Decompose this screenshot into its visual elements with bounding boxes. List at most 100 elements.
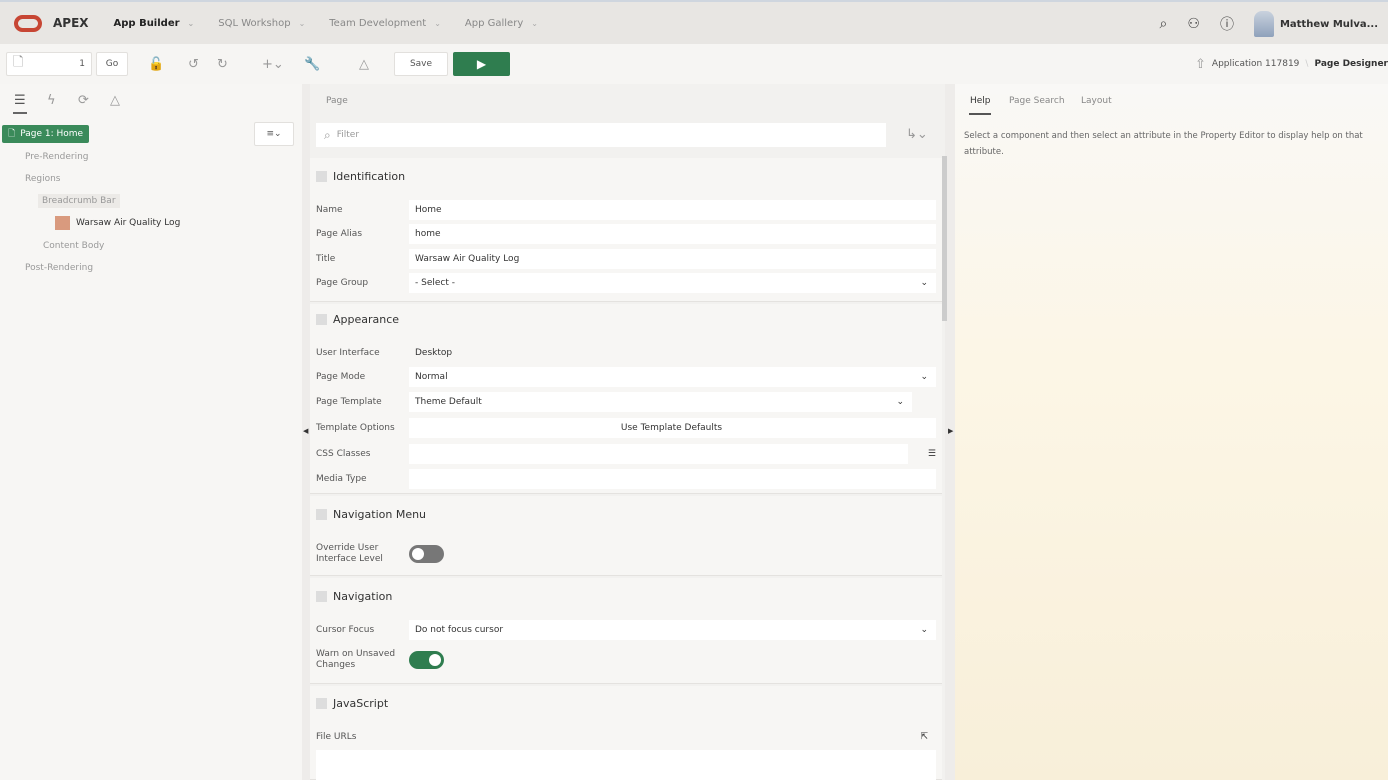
collapse-right-icon[interactable]: ▶ (948, 427, 953, 435)
section-header[interactable]: JavaScript (316, 697, 388, 710)
chevron-down-icon: ⌄ (896, 397, 904, 407)
page-mode-select[interactable]: Normal ⌄ (409, 367, 936, 387)
tree-menu-button[interactable]: ≡⌄ (254, 122, 294, 146)
breadcrumb-application[interactable]: Application 117819 (1212, 59, 1300, 69)
chevron-down-icon: ⌄ (920, 278, 928, 288)
user-name[interactable]: Matthew Mulva... (1280, 19, 1378, 30)
processing-icon[interactable]: ⟳ (78, 93, 89, 108)
tab-layout[interactable]: Layout (1081, 96, 1112, 106)
lock-icon[interactable]: 🔓 (148, 57, 164, 72)
page-icon: 🗋 (8, 129, 16, 139)
section-header[interactable]: Navigation (316, 590, 392, 603)
tab-page-search[interactable]: Page Search (1009, 96, 1065, 106)
section-title: Navigation Menu (333, 508, 427, 521)
label: CSS Classes (316, 448, 371, 459)
nav-label: Team Development (329, 17, 427, 29)
nav-sql-workshop[interactable]: SQL Workshop ⌄ (218, 18, 305, 29)
tab-help[interactable]: Help (970, 96, 991, 106)
nav-app-gallery[interactable]: App Gallery ⌄ (465, 18, 538, 29)
name-input[interactable]: Home (409, 200, 936, 220)
label: Page Group (316, 277, 369, 288)
prop-group: Page Group - Select - ⌄ (316, 273, 936, 293)
tree-root-page[interactable]: 🗋 Page 1: Home (2, 125, 90, 143)
warn-unsaved-toggle[interactable] (409, 651, 444, 669)
go-button[interactable]: Go (96, 52, 128, 76)
collapse-icon (316, 171, 327, 182)
breadcrumb-page: Page Designer (1314, 59, 1388, 69)
nav-label: App Gallery (464, 17, 524, 29)
label: Name (316, 204, 343, 215)
chevron-down-icon: ⌄ (434, 18, 441, 28)
page-selector[interactable]: 🗋 1 (6, 52, 92, 76)
brand[interactable]: APEX (53, 16, 89, 30)
expand-icon[interactable]: ⇱ (409, 727, 936, 747)
chevron-down-icon: ⌄ (920, 372, 928, 382)
tree-item[interactable]: Content Body (43, 241, 104, 251)
section-header[interactable]: Appearance (316, 313, 399, 326)
css-classes-input[interactable] (409, 444, 908, 464)
admin-icon[interactable]: ⚇ (1187, 16, 1200, 32)
tree-root-label: Page 1: Home (20, 129, 84, 139)
collapse-icon (316, 698, 327, 709)
prop-name: Name Home (316, 200, 936, 220)
nav-team-development[interactable]: Team Development ⌄ (329, 18, 441, 29)
section-title: JavaScript (333, 697, 389, 710)
panel-title: Page (326, 96, 348, 106)
up-arrow-icon[interactable]: ⇧ (1195, 57, 1206, 72)
section-navigation: Navigation Cursor Focus Do not focus curs… (310, 578, 942, 684)
oracle-logo-icon[interactable] (14, 14, 42, 32)
page-template-select[interactable]: Theme Default ⌄ (409, 392, 912, 412)
page-group-select[interactable]: - Select - ⌄ (409, 273, 936, 293)
dynamic-actions-icon[interactable]: ϟ (47, 93, 56, 108)
shared-components-icon[interactable]: △ (359, 57, 369, 72)
tree-item[interactable]: Breadcrumb Bar (38, 194, 120, 208)
label: User Interface (316, 347, 380, 358)
undo-icon[interactable]: ↺ (188, 57, 199, 72)
chevron-down-icon: ⌄ (298, 18, 306, 28)
search-icon[interactable]: ⌕ (1160, 16, 1168, 32)
rendering-tab-icon[interactable]: ☰ (14, 93, 26, 108)
cursor-focus-select[interactable]: Do not focus cursor ⌄ (409, 620, 936, 640)
shared-components-tab-icon[interactable]: △ (110, 93, 120, 108)
active-tab-indicator (13, 112, 27, 114)
title-input[interactable]: Warsaw Air Quality Log (409, 249, 936, 269)
chevron-down-icon: ⌄ (920, 625, 928, 635)
create-icon[interactable]: +⌄ (262, 57, 284, 72)
tree-item[interactable]: Regions (25, 174, 61, 184)
scrollbar[interactable] (942, 156, 947, 321)
avatar[interactable] (1253, 11, 1274, 37)
run-button[interactable]: ▶ (453, 52, 510, 76)
nav-label: SQL Workshop (218, 17, 291, 29)
alias-input[interactable]: home (409, 224, 936, 244)
label: Warn on Unsaved Changes (316, 649, 396, 670)
utilities-icon[interactable]: 🔧 (304, 57, 320, 72)
tree-item[interactable]: Warsaw Air Quality Log (76, 218, 180, 228)
tree-item[interactable]: Post-Rendering (25, 263, 93, 273)
override-toggle[interactable] (409, 545, 444, 563)
filter-placeholder: Filter (336, 130, 360, 140)
section-title: Identification (333, 170, 406, 183)
list-icon[interactable]: ☰ (928, 449, 936, 459)
save-button[interactable]: Save (394, 52, 448, 76)
prop-alias: Page Alias home (316, 224, 936, 244)
filter-input[interactable]: ⌕ Filter (316, 123, 886, 147)
template-options-button[interactable]: Use Template Defaults (409, 418, 936, 438)
section-title: Appearance (333, 313, 400, 326)
file-urls-input[interactable] (316, 750, 936, 780)
section-header[interactable]: Identification (316, 170, 405, 183)
breadcrumb-separator: \ (1305, 59, 1309, 69)
label: Media Type (316, 473, 367, 484)
media-type-input[interactable] (409, 469, 936, 489)
tree-item[interactable]: Pre-Rendering (25, 152, 89, 162)
nav-app-builder[interactable]: App Builder ⌄ (114, 18, 195, 29)
play-icon: ▶ (476, 57, 487, 71)
section-header[interactable]: Navigation Menu (316, 508, 426, 521)
help-icon[interactable]: ⓘ (1220, 14, 1234, 34)
redo-icon[interactable]: ↻ (217, 57, 228, 72)
section-appearance: Appearance User Interface Desktop Page Mo… (310, 304, 942, 494)
go-to-group-icon[interactable]: ↳⌄ (906, 127, 928, 142)
page-number-input[interactable]: 1 (79, 59, 85, 69)
property-editor: Page ⌕ Filter ↳⌄ Identification Name Home … (310, 84, 947, 780)
collapse-left-icon[interactable]: ◀ (303, 427, 308, 435)
help-panel: Help Page Search Layout Select a compone… (955, 84, 1388, 780)
